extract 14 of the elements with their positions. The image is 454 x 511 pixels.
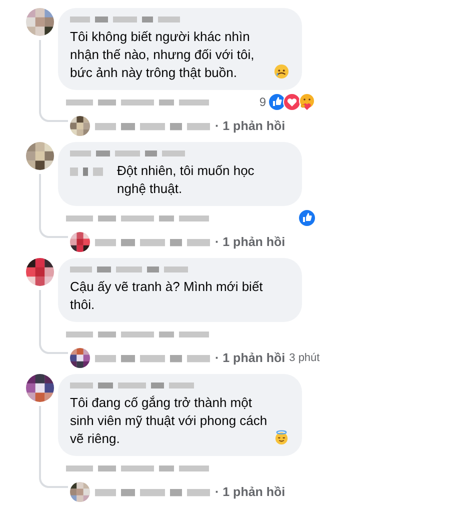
comment-text: Cậu ấy vẽ tranh à? Mình mới biết thôi. xyxy=(70,278,264,314)
comment-text: Tôi đang cố gắng trở thành một sinh viên mỹ thuật với phong cách vẽ riêng. xyxy=(70,394,268,448)
like-icon xyxy=(298,209,316,227)
crying-face-icon xyxy=(274,64,289,79)
reply-time: 3 phút xyxy=(289,352,320,364)
reply-count-link[interactable]: · 1 phản hồi xyxy=(215,119,286,133)
comment-text: Đột nhiên, tôi muốn học nghệ thuật. xyxy=(117,162,256,198)
reply-count-link[interactable]: · 1 phản hồi xyxy=(215,351,286,365)
reply-count-link[interactable]: · 1 phản hồi xyxy=(215,235,286,249)
reaction-count: 9 xyxy=(259,95,266,109)
halo-face-icon xyxy=(274,430,289,445)
comment-text: Tôi không biết người khác nhìn nhận thế nào, nhưng đối với tôi, bức ảnh này trông thật buồn. xyxy=(70,28,256,82)
reply-count-link[interactable]: · 1 phản hồi xyxy=(215,485,286,499)
hug-face-icon xyxy=(298,93,316,111)
